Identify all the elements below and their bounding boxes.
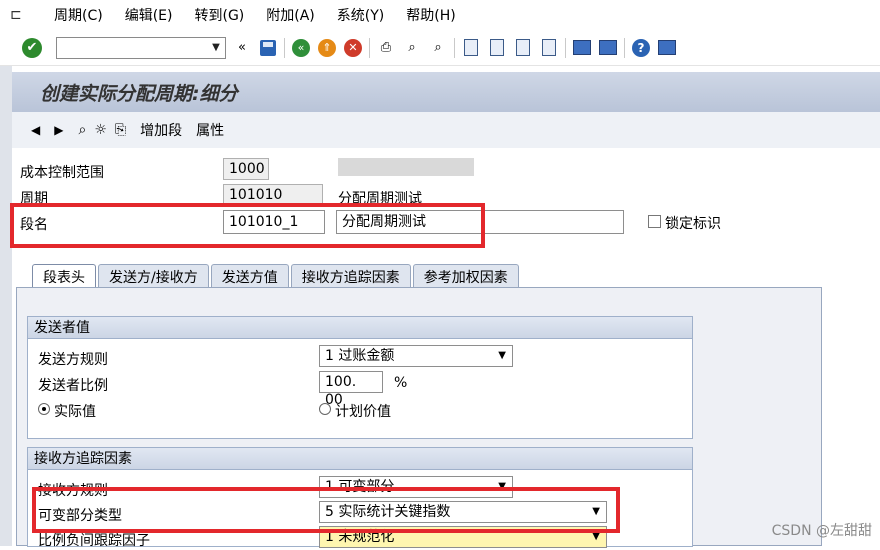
next-page-icon[interactable] [513, 38, 533, 58]
command-field[interactable]: ▼ [56, 36, 226, 59]
tab-panel: 发送者值 发送方规则 1 过账金额 ▼ 发送者比例 100. 00 % 实际值 … [16, 287, 822, 550]
toolbar-divider [454, 37, 455, 58]
scaling-select[interactable]: 1 未规范化 ▼ [319, 526, 607, 548]
plan-value-label: 计划价值 [335, 404, 391, 420]
value-type-row: 实际值 计划价值 [38, 397, 678, 421]
binoculars-icon[interactable]: ⌕ [78, 122, 86, 138]
segment-name-input[interactable]: 101010_1 [223, 210, 325, 234]
customize-layout-icon[interactable] [657, 38, 677, 58]
cycle-row: 周期 101010 分配周期测试 [20, 184, 860, 208]
attributes-button[interactable]: 属性 [196, 120, 224, 140]
title-bar: 创建实际分配周期:细分 [12, 72, 880, 112]
tab-strip: 段表头 发送方/接收方 发送方值 接收方追踪因素 参考加权因素 [32, 264, 521, 288]
sender-icon[interactable]: ☼ [94, 122, 107, 138]
layers-icon[interactable]: ⎘ [115, 122, 126, 138]
chevron-down-icon[interactable]: ▼ [207, 38, 225, 58]
menu-item-goto[interactable]: 转到(G) [194, 5, 244, 25]
exit-icon[interactable]: ⇑ [317, 38, 337, 58]
standard-toolbar: ✔ ▼ « « ⇑ ✕ ⎙ ⌕ ⌕ ? [0, 30, 880, 66]
shortcut-icon[interactable] [598, 38, 618, 58]
scaling-value: 1 未规范化 [325, 529, 395, 545]
cycle-field: 101010 [223, 184, 323, 206]
menu-bar: ⊏ 周期(C) 编辑(E) 转到(G) 附加(A) 系统(Y) 帮助(H) [0, 0, 880, 30]
actual-value-radio[interactable] [38, 403, 50, 415]
toolbar-divider [624, 37, 625, 58]
previous-arrow-icon[interactable]: ◀ [31, 123, 40, 137]
menu-item-edit[interactable]: 编辑(E) [125, 5, 173, 25]
receiver-rule-value: 1 可变部分 [325, 479, 395, 495]
controlling-area-field: 1000 [223, 158, 269, 180]
segment-text-input[interactable]: 分配周期测试 [336, 210, 624, 234]
receiver-tracing-group: 接收方追踪因素 接收方规则 1 可变部分 ▼ 可变部分类型 5 实际统计关键指数… [27, 447, 693, 550]
back-icon[interactable]: « [291, 38, 311, 58]
enter-check-icon[interactable]: ✔ [22, 37, 42, 58]
menu-item-extras[interactable]: 附加(A) [266, 5, 315, 25]
left-strip [0, 66, 12, 546]
cycle-text: 分配周期测试 [338, 191, 422, 207]
tab-reference-weighting[interactable]: 参考加权因素 [412, 264, 519, 288]
var-type-select[interactable]: 5 实际统计关键指数 ▼ [319, 501, 607, 523]
controlling-area-row: 成本控制范围 1000 [20, 158, 860, 182]
find-next-icon[interactable]: ⌕ [428, 38, 448, 58]
segment-row: 段名 101010_1 分配周期测试 锁定标识 [20, 210, 860, 234]
cancel-icon[interactable]: ✕ [343, 38, 363, 58]
menu-item-system[interactable]: 系统(Y) [337, 5, 384, 25]
tab-segment-header[interactable]: 段表头 [32, 264, 96, 288]
sender-share-row: 发送者比例 100. 00 % [38, 371, 678, 408]
save-icon[interactable] [258, 38, 278, 58]
chevron-down-icon[interactable]: ▼ [592, 528, 600, 546]
chevron-down-icon[interactable]: ▼ [592, 503, 600, 521]
var-type-row: 可变部分类型 5 实际统计关键指数 ▼ [38, 501, 678, 525]
new-session-icon[interactable] [572, 38, 592, 58]
actual-value-label: 实际值 [54, 404, 96, 420]
first-page-icon[interactable] [461, 38, 481, 58]
last-page-icon[interactable] [539, 38, 559, 58]
receiver-rule-row: 接收方规则 1 可变部分 ▼ [38, 476, 678, 500]
tab-receiver-tracing[interactable]: 接收方追踪因素 [290, 264, 411, 288]
percent-unit: % [394, 375, 408, 391]
var-type-label: 可变部分类型 [38, 508, 122, 524]
watermark: CSDN @左甜甜 [771, 523, 872, 539]
menu-icon[interactable]: ⊏ [10, 7, 32, 23]
sender-values-group: 发送者值 发送方规则 1 过账金额 ▼ 发送者比例 100. 00 % 实际值 … [27, 316, 693, 439]
plan-value-radio[interactable] [319, 403, 331, 415]
sender-values-title: 发送者值 [28, 317, 692, 339]
scaling-label: 比例负间跟踪因子 [38, 533, 150, 549]
sender-rule-value: 1 过账金额 [325, 348, 395, 364]
toolbar-divider [565, 37, 566, 58]
segment-label: 段名 [20, 217, 48, 233]
receiver-tracing-title: 接收方追踪因素 [28, 448, 692, 470]
sender-share-label: 发送者比例 [38, 378, 108, 394]
var-type-value: 5 实际统计关键指数 [325, 504, 451, 520]
next-arrow-icon[interactable]: ▶ [54, 123, 63, 137]
previous-page-icon[interactable] [487, 38, 507, 58]
application-toolbar: ◀ ▶ ⌕ ☼ ⎘ 增加段 属性 [12, 112, 880, 148]
controlling-area-label: 成本控制范围 [20, 165, 104, 181]
help-icon[interactable]: ? [631, 38, 651, 58]
menu-item-help[interactable]: 帮助(H) [406, 5, 455, 25]
chevron-down-icon[interactable]: ▼ [498, 347, 506, 365]
menu-item-cycle[interactable]: 周期(C) [54, 5, 103, 25]
sender-share-input[interactable]: 100. 00 [319, 371, 383, 408]
receiver-rule-select[interactable]: 1 可变部分 ▼ [319, 476, 513, 498]
sender-rule-select[interactable]: 1 过账金额 ▼ [319, 345, 513, 367]
toolbar-divider [284, 37, 285, 58]
page-title: 创建实际分配周期:细分 [40, 82, 238, 105]
scaling-row: 比例负间跟踪因子 1 未规范化 ▼ [38, 526, 678, 550]
receiver-rule-label: 接收方规则 [38, 483, 108, 499]
add-segment-button[interactable]: 增加段 [140, 120, 182, 140]
double-left-icon[interactable]: « [232, 38, 252, 58]
print-icon[interactable]: ⎙ [376, 38, 396, 58]
find-icon[interactable]: ⌕ [402, 38, 422, 58]
lock-label: 锁定标识 [665, 216, 721, 232]
tab-sender-receiver[interactable]: 发送方/接收方 [98, 264, 209, 288]
sender-rule-row: 发送方规则 1 过账金额 ▼ [38, 345, 678, 369]
chevron-down-icon[interactable]: ▼ [498, 478, 506, 496]
lock-checkbox[interactable] [648, 215, 661, 228]
blurred-text [338, 158, 474, 176]
toolbar-divider [369, 37, 370, 58]
tab-sender-values[interactable]: 发送方值 [210, 264, 289, 288]
cycle-label: 周期 [20, 191, 48, 207]
sender-rule-label: 发送方规则 [38, 352, 108, 368]
